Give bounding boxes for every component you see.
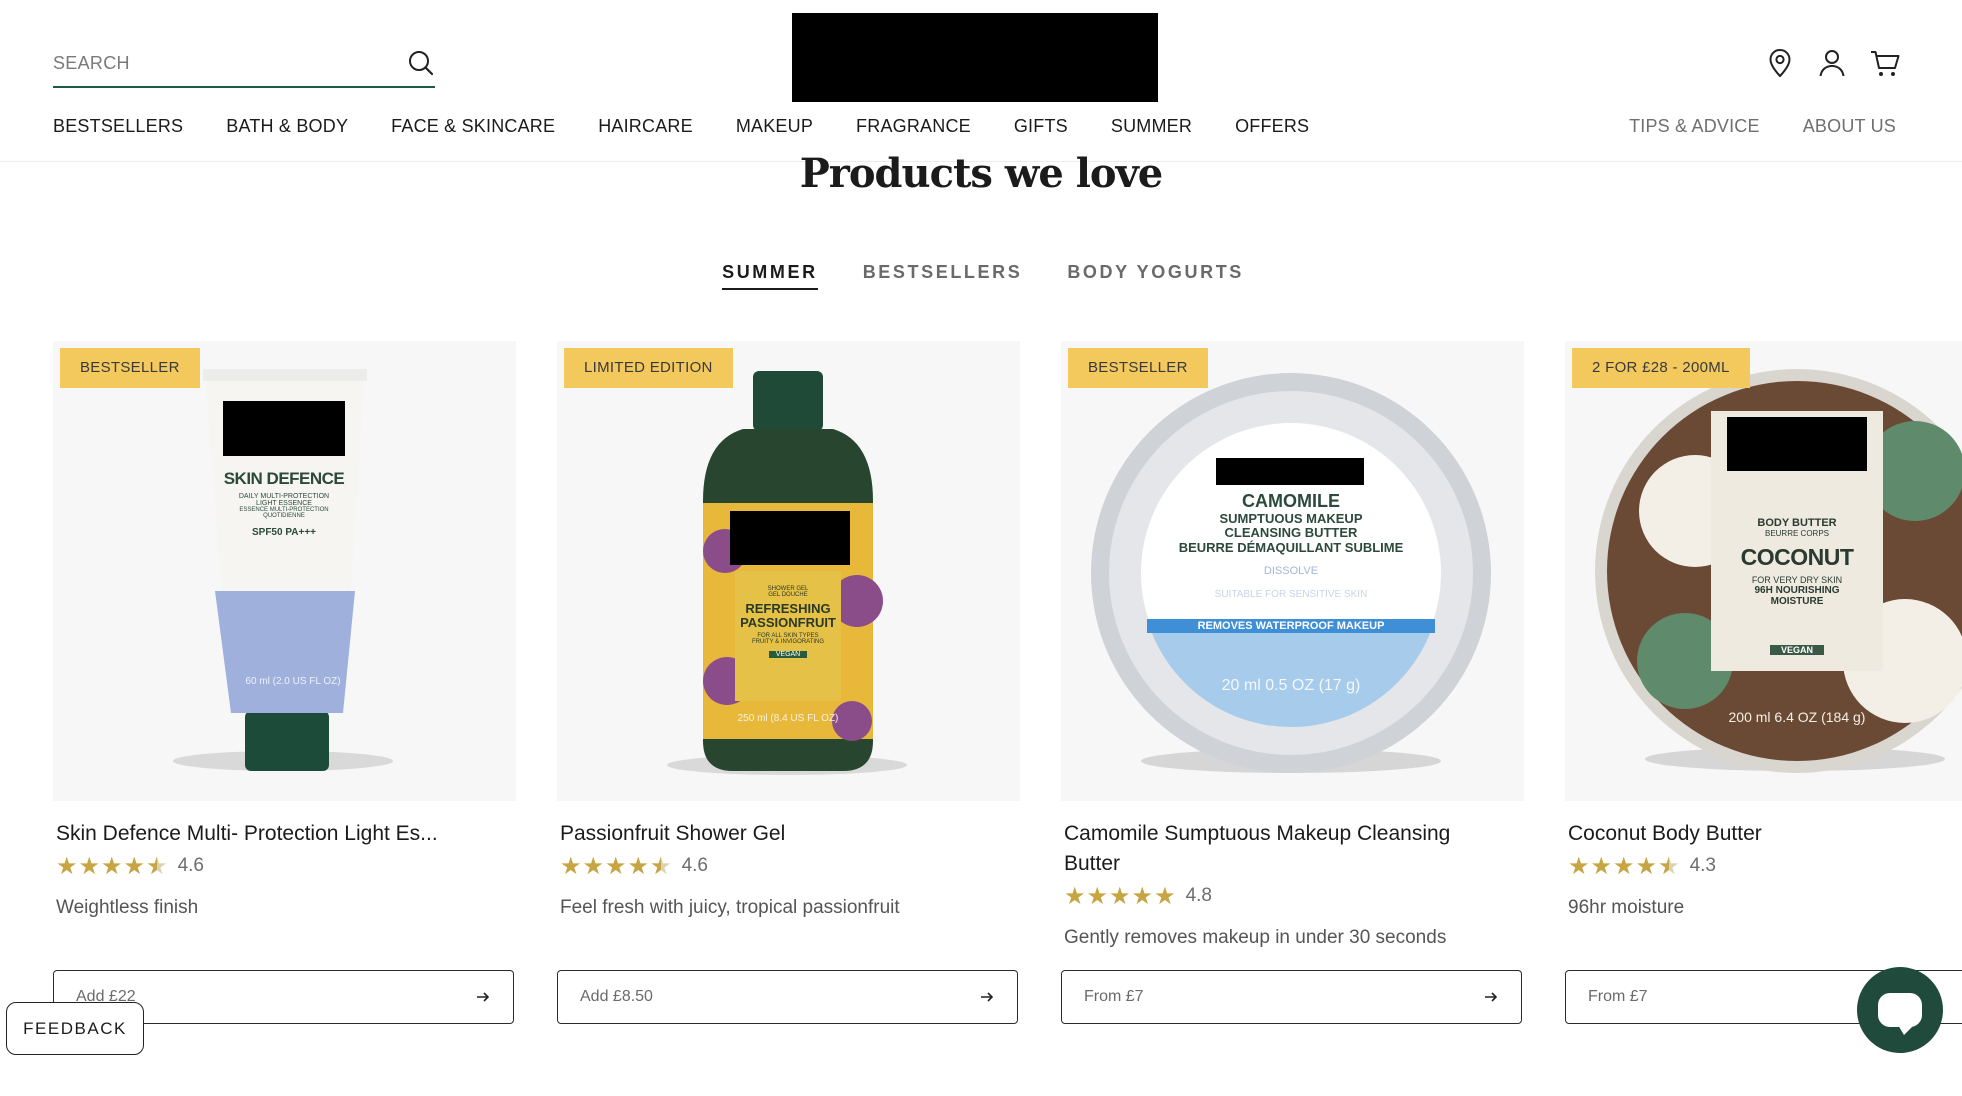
nav-gifts[interactable]: GIFTS [1014,116,1068,137]
nav-haircare[interactable]: HAIRCARE [598,116,693,137]
header-actions [1764,47,1902,79]
product-description: Weightless finish [56,897,199,918]
nav-makeup[interactable]: MAKEUP [736,116,813,137]
add-to-bag-button[interactable]: Add £8.50 [557,970,1018,1024]
chat-bubble-icon [1878,993,1922,1035]
product-description: Gently removes makeup in under 30 second… [1064,927,1447,948]
product-image[interactable]: BODY BUTTER BEURRE CORPS COCONUT FOR VER… [1565,341,1962,801]
pack-size: 20 ml 0.5 OZ (17 g) [1221,677,1361,694]
star-rating-icon: ★★★★★ [1568,852,1681,881]
main-navigation: BESTSELLERS BATH & BODY FACE & SKINCARE … [53,116,1352,137]
location-pin-icon[interactable] [1764,47,1796,79]
product-card: SKIN DEFENCE DAILY MULTI-PROTECTION LIGH… [53,341,516,1024]
rating-value: 4.6 [681,855,708,876]
rating-value: 4.8 [1185,885,1212,906]
star-rating-icon: ★★★★★ [560,852,673,881]
product-name[interactable]: Skin Defence Multi- Protection Light Es.… [56,819,496,849]
section-title: Products we love [799,150,1164,197]
pack-size: 200 ml 6.4 OZ (184 g) [1728,709,1866,725]
product-card: SHOWER GEL GEL DOUCHE REFRESHING PASSION… [557,341,1020,1024]
nav-bestsellers[interactable]: BESTSELLERS [53,116,183,137]
redacted-label [730,511,850,565]
site-header: BESTSELLERS BATH & BODY FACE & SKINCARE … [0,0,1962,162]
redacted-label [1216,458,1364,485]
arrow-right-icon [981,992,994,1002]
account-icon[interactable] [1816,47,1848,79]
star-rating-icon: ★★★★★ [1064,882,1177,910]
search-bar [53,40,435,88]
pack-size: 60 ml (2.0 US FL OZ) [245,676,341,687]
product-badge: BESTSELLER [1068,348,1208,388]
rating-value: 4.3 [1689,855,1716,876]
product-badge: LIMITED EDITION [564,348,733,388]
product-image[interactable]: SHOWER GEL GEL DOUCHE REFRESHING PASSION… [557,341,1020,801]
secondary-navigation: TIPS & ADVICE ABOUT US [1629,116,1896,137]
tab-bestsellers[interactable]: BESTSELLERS [863,262,1023,290]
product-description: 96hr moisture [1568,897,1685,918]
add-to-bag-button[interactable]: From £7 [1061,970,1522,1024]
bottle-illustration [667,371,907,775]
cart-icon[interactable] [1868,47,1902,79]
nav-face-skincare[interactable]: FACE & SKINCARE [391,116,555,137]
nav-bath-body[interactable]: BATH & BODY [226,116,348,137]
nav-tips-advice[interactable]: TIPS & ADVICE [1629,116,1760,137]
pack-text: SHOWER GEL GEL DOUCHE REFRESHING PASSION… [740,586,836,658]
product-description: Feel fresh with juicy, tropical passionf… [560,897,900,918]
arrow-right-icon [477,992,490,1002]
product-image[interactable]: SKIN DEFENCE DAILY MULTI-PROTECTION LIGH… [53,341,516,801]
redacted-label [223,401,345,456]
nav-summer[interactable]: SUMMER [1111,116,1192,137]
product-rating: ★★★★★ 4.3 [1568,852,1962,881]
product-rating: ★★★★★ 4.8 [1064,882,1524,910]
pack-text: CAMOMILE SUMPTUOUS MAKEUP CLEANSING BUTT… [1178,491,1404,600]
add-button-label: From £7 [1084,988,1144,1005]
brand-logo[interactable] [792,13,1158,102]
nav-offers[interactable]: OFFERS [1235,116,1309,137]
nav-fragrance[interactable]: FRAGRANCE [856,116,971,137]
product-card: CAMOMILE SUMPTUOUS MAKEUP CLEANSING BUTT… [1061,341,1524,1024]
product-image[interactable]: CAMOMILE SUMPTUOUS MAKEUP CLEANSING BUTT… [1061,341,1524,801]
nav-about-us[interactable]: ABOUT US [1803,116,1896,137]
product-name[interactable]: Coconut Body Butter [1568,819,1962,849]
search-input[interactable] [53,43,383,83]
add-button-label: Add £8.50 [580,988,653,1005]
product-badge: 2 FOR £28 - 200ML [1572,348,1750,388]
product-tabs: SUMMER BESTSELLERS BODY YOGURTS [0,262,1962,290]
arrow-right-icon [1485,992,1498,1002]
pack-size: 250 ml (8.4 US FL OZ) [737,713,839,724]
pack-text: SKIN DEFENCE DAILY MULTI-PROTECTION LIGH… [223,469,345,538]
add-button-label: From £7 [1588,988,1648,1005]
feedback-button[interactable]: FEEDBACK [6,1002,144,1055]
pack-text: BODY BUTTER BEURRE CORPS COCONUT FOR VER… [1740,517,1854,655]
chat-button[interactable] [1857,967,1943,1053]
star-rating-icon: ★★★★★ [56,852,169,881]
product-badge: BESTSELLER [60,348,200,388]
redacted-label [1727,417,1867,471]
rating-value: 4.6 [177,855,204,876]
product-rating: ★★★★★ 4.6 [56,852,516,881]
product-card: BODY BUTTER BEURRE CORPS COCONUT FOR VER… [1565,341,1962,1041]
pack-band: REMOVES WATERPROOF MAKEUP [1197,620,1385,632]
tab-summer[interactable]: SUMMER [722,262,818,290]
tab-body-yogurts[interactable]: BODY YOGURTS [1067,262,1244,290]
search-icon[interactable] [407,49,435,77]
product-name[interactable]: Passionfruit Shower Gel [560,819,1000,849]
product-rating: ★★★★★ 4.6 [560,852,1020,881]
product-name[interactable]: Camomile Sumptuous Makeup Cleansing Butt… [1064,819,1504,879]
